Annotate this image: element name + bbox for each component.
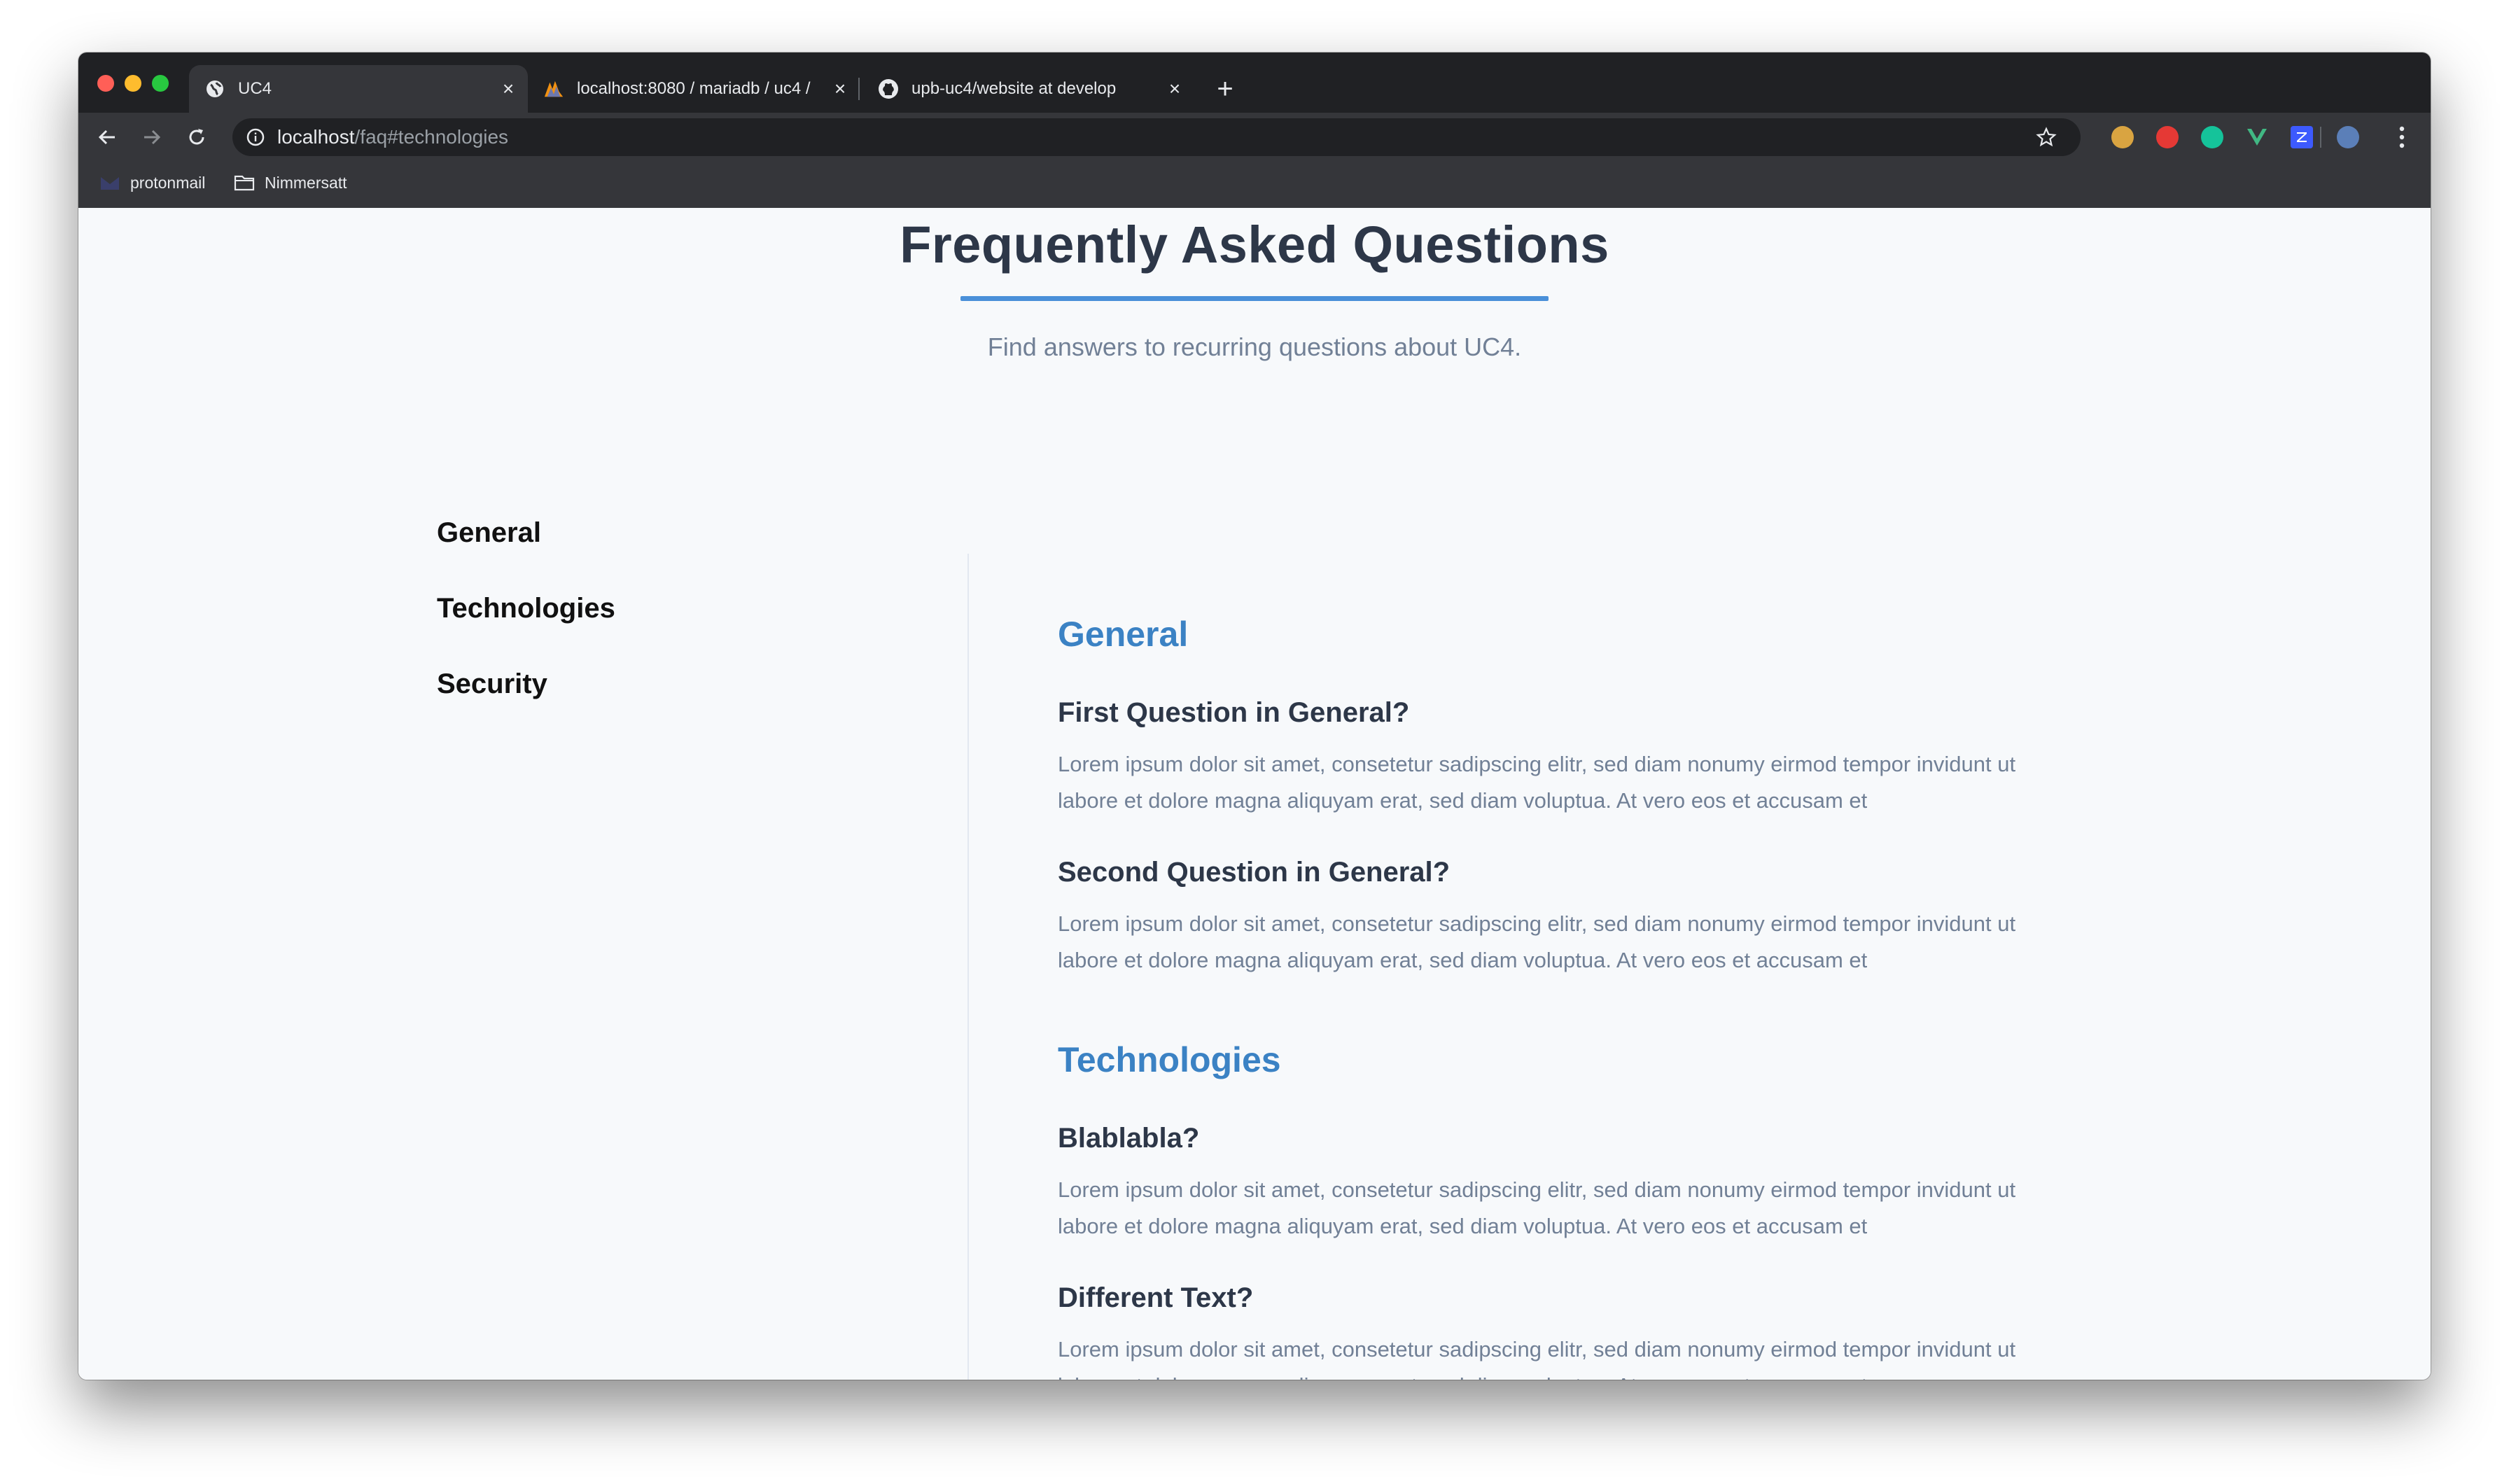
tab-uc4[interactable]: UC4 × xyxy=(189,65,528,113)
answer-text: Lorem ipsum dolor sit amet, consetetur s… xyxy=(1058,752,2016,813)
arrow-right-icon xyxy=(144,130,161,145)
sidebar-item-general[interactable]: General xyxy=(437,516,615,550)
tab-close-button[interactable]: × xyxy=(826,78,854,100)
question-title: Blablabla? xyxy=(1058,1123,1200,1154)
more-menu-icon[interactable] xyxy=(2398,125,2405,149)
sidebar-item-security[interactable]: Security xyxy=(437,667,615,701)
vue-devtools-icon[interactable] xyxy=(2246,126,2268,148)
profile-avatar-icon[interactable] xyxy=(2337,126,2359,148)
info-icon[interactable] xyxy=(246,128,265,146)
address-bar[interactable]: localhost/faq#technologies xyxy=(232,118,2081,156)
tab-strip: UC4 × localhost:8080 / mariadb / uc4 / ×… xyxy=(78,52,2431,113)
github-icon xyxy=(878,78,899,99)
question-title: First Question in General? xyxy=(1058,697,1410,728)
phpmyadmin-icon xyxy=(543,78,564,99)
browser-toolbar: localhost/faq#technologies xyxy=(78,113,2431,162)
url-host: localhost xyxy=(277,126,355,148)
browser-window: UC4 × localhost:8080 / mariadb / uc4 / ×… xyxy=(78,52,2431,1380)
tab-close-button[interactable]: × xyxy=(494,78,522,100)
section-title-technologies: Technologies xyxy=(1058,1040,1281,1079)
tab-title: localhost:8080 / mariadb / uc4 / xyxy=(577,79,811,98)
bookmarks-bar: protonmail Nimmersatt xyxy=(78,162,2431,209)
page-title: Frequently Asked Questions xyxy=(900,216,1609,274)
faq-page: Frequently Asked Questions Find answers … xyxy=(78,208,2431,1380)
vertical-divider xyxy=(967,554,969,1380)
folder-icon xyxy=(234,175,255,191)
tab-close-button[interactable]: × xyxy=(1161,78,1189,100)
bookmark-label: Nimmersatt xyxy=(265,173,347,192)
window-zoom-button[interactable] xyxy=(152,75,169,92)
answer-text: Lorem ipsum dolor sit amet, consetetur s… xyxy=(1058,1177,2016,1238)
globe-icon xyxy=(204,78,225,99)
cookie-icon[interactable] xyxy=(2111,126,2134,148)
url-path: /faq#technologies xyxy=(354,126,509,148)
tab-phpmyadmin[interactable]: localhost:8080 / mariadb / uc4 / × xyxy=(528,65,860,113)
tab-title: UC4 xyxy=(238,79,272,98)
sidebar-item-technologies[interactable]: Technologies xyxy=(437,592,615,626)
window-minimize-button[interactable] xyxy=(125,75,141,92)
z-extension-icon[interactable] xyxy=(2291,126,2313,148)
question-title: Different Text? xyxy=(1058,1282,1254,1313)
bookmark-star-icon[interactable] xyxy=(2036,127,2057,148)
reload-icon xyxy=(189,129,204,145)
faq-sidebar-nav: General Technologies Security xyxy=(437,516,615,743)
window-close-button[interactable] xyxy=(97,75,114,92)
back-button[interactable] xyxy=(92,122,122,152)
answer-text: Lorem ipsum dolor sit amet, consetetur s… xyxy=(1058,1337,2016,1380)
title-underline xyxy=(960,296,1549,301)
page-subtitle: Find answers to recurring questions abou… xyxy=(987,332,1522,361)
new-tab-button[interactable]: + xyxy=(1210,74,1240,104)
tab-separator xyxy=(858,78,860,100)
reload-button[interactable] xyxy=(182,122,211,152)
answer-text: Lorem ipsum dolor sit amet, consetetur s… xyxy=(1058,911,2016,972)
arrow-left-icon xyxy=(98,130,115,145)
bookmark-label: protonmail xyxy=(130,173,206,192)
toolbar-separator xyxy=(2320,127,2321,148)
tab-title: upb-uc4/website at develop xyxy=(911,79,1117,98)
grammarly-icon[interactable] xyxy=(2201,126,2223,148)
forward-button[interactable] xyxy=(137,122,167,152)
section-title-general: General xyxy=(1058,615,1189,654)
adblock-icon[interactable] xyxy=(2156,126,2179,148)
bookmark-protonmail[interactable]: protonmail xyxy=(99,173,205,192)
question-title: Second Question in General? xyxy=(1058,857,1451,888)
tab-github[interactable]: upb-uc4/website at develop × xyxy=(862,65,1194,113)
protonmail-icon xyxy=(101,177,119,190)
bookmark-nimmersatt[interactable]: Nimmersatt xyxy=(234,173,347,192)
